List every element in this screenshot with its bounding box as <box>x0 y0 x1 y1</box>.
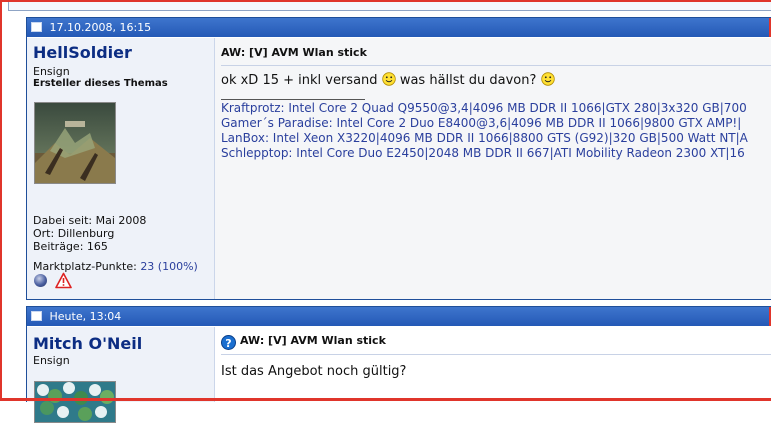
post-message: ok xD 15 + inkl versand was hällst du da… <box>221 72 555 88</box>
user-location: Ort: Dillenburg <box>33 227 115 240</box>
forum-post: 17.10.2008, 16:15 HellSoldier Ensign Ers… <box>26 17 771 300</box>
forum-post: Heute, 13:04 Mitch O'Neil Ensign ? AW: [… <box>26 306 771 423</box>
post-title: AW: [V] AVM Wlan stick <box>221 46 367 59</box>
window-frame-top <box>0 0 771 2</box>
post-message: Ist das Angebot noch gültig? <box>221 364 407 379</box>
post-date: Heute, 13:04 <box>49 310 122 323</box>
message-part-1: ok xD 15 + inkl versand <box>221 73 378 88</box>
avatar[interactable] <box>34 102 116 184</box>
market-points-link[interactable]: 23 (100%) <box>140 260 198 273</box>
smile-icon <box>540 72 555 86</box>
online-status-icon <box>34 274 47 287</box>
user-title: Ensign <box>33 65 70 78</box>
title-divider <box>221 354 771 355</box>
post-header: Heute, 13:04 <box>27 307 771 326</box>
thread-starter-label: Ersteller dieses Themas <box>33 78 168 89</box>
post-title: ? AW: [V] AVM Wlan stick <box>221 334 386 350</box>
market-points-label: Marktplatz-Punkte: <box>33 260 137 273</box>
post-count: Beiträge: 165 <box>33 240 108 253</box>
signature-line: Gamer´s Paradise: Intel Core 2 Duo E8400… <box>221 116 742 130</box>
title-divider <box>221 65 771 66</box>
report-post-icon[interactable] <box>55 272 72 289</box>
question-icon: ? <box>221 335 236 350</box>
username-link[interactable]: Mitch O'Neil <box>33 334 142 353</box>
post-icon <box>31 311 42 321</box>
window-frame-left <box>0 0 2 401</box>
message-part-2: was hällst du davon? <box>399 73 537 88</box>
signature-line: LanBox: Intel Xeon X3220|4096 MB DDR II … <box>221 131 748 145</box>
user-info-panel: HellSoldier Ensign Ersteller dieses Them… <box>27 38 215 299</box>
post-icon <box>31 22 42 32</box>
signature-line: Schlepptop: Intel Core Duo E2450|2048 MB… <box>221 146 745 160</box>
user-info-panel: Mitch O'Neil Ensign <box>27 327 215 423</box>
smile-icon <box>381 72 396 86</box>
signature-divider <box>221 99 365 100</box>
post-header: 17.10.2008, 16:15 <box>27 18 771 37</box>
post-content: ? AW: [V] AVM Wlan stick Ist das Angebot … <box>215 327 771 402</box>
post-content: AW: [V] AVM Wlan stick ok xD 15 + inkl v… <box>215 38 771 299</box>
username-link[interactable]: HellSoldier <box>33 43 132 62</box>
user-title: Ensign <box>33 354 70 367</box>
signature-line: Kraftprotz: Intel Core 2 Quad Q9550@3,4|… <box>221 101 747 115</box>
post-title-text: AW: [V] AVM Wlan stick <box>240 334 386 347</box>
join-date: Dabei seit: Mai 2008 <box>33 214 147 227</box>
avatar[interactable] <box>34 381 116 423</box>
post-date: 17.10.2008, 16:15 <box>49 21 152 34</box>
